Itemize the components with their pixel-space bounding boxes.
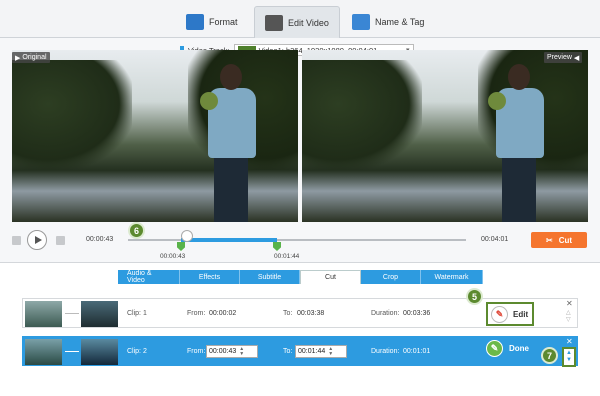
clip-1-label: Clip: 1: [127, 310, 147, 317]
edit-clip-button[interactable]: ✎ Edit: [486, 302, 534, 326]
tab-edit-video-label: Edit Video: [288, 17, 329, 28]
clip-2-duration-label: Duration:: [371, 348, 400, 355]
preview-label: Preview ◀: [544, 52, 583, 63]
tab-audio-video[interactable]: Audio & Video: [118, 270, 180, 284]
play-triangle-icon: ◀: [573, 54, 580, 62]
original-label-text: Original: [22, 54, 47, 61]
tab-subtitle[interactable]: Subtitle: [240, 270, 300, 284]
tab-name-tag-label: Name & Tag: [375, 17, 425, 27]
clip-1-duration-label: Duration:: [371, 310, 400, 317]
done-label: Done: [509, 344, 529, 353]
clip-thumb-end: [81, 301, 118, 327]
tab-watermark[interactable]: Watermark: [421, 270, 483, 284]
clip-1-to-label: To:: [283, 310, 293, 317]
edit-tabs: Audio & Video Effects Subtitle Cut Crop …: [118, 270, 483, 284]
reorder-arrows-1[interactable]: △ ▽: [566, 310, 571, 324]
clip-thumb-start: [25, 339, 62, 365]
clip-2-duration: 00:01:01: [403, 348, 431, 355]
clip-2-label: Clip: 2: [127, 348, 147, 355]
tab-edit-video[interactable]: Edit Video: [254, 6, 340, 38]
tab-cut[interactable]: Cut: [300, 270, 361, 284]
clip-thumb-end: [81, 339, 118, 365]
clip-2-from-field[interactable]: 00:00:43 ▲ ▼: [206, 345, 258, 358]
original-video: [12, 50, 298, 222]
clip-1-from-label: From:: [187, 310, 206, 317]
clip-2-to-field[interactable]: 00:01:44 ▲ ▼: [295, 345, 347, 358]
arrow-down-icon[interactable]: ▽: [566, 317, 571, 324]
arrow-up-icon[interactable]: △: [566, 310, 571, 317]
current-time: 00:00:43: [86, 236, 114, 243]
pencil-icon: ✎: [486, 340, 503, 357]
clip-thumb-start: [25, 301, 62, 327]
total-time: 00:04:01: [481, 236, 509, 243]
clip-1-to: 00:03:38: [297, 310, 325, 317]
spinner-icon[interactable]: ▲ ▼: [328, 346, 333, 357]
next-frame-button[interactable]: [56, 236, 65, 245]
pencil-icon: ✎: [491, 305, 508, 323]
clip-1-duration: 00:03:36: [403, 310, 431, 317]
preview-video: [302, 50, 588, 222]
format-icon: [186, 14, 204, 30]
arrow-down-icon[interactable]: ▼: [566, 357, 572, 364]
tab-name-tag[interactable]: Name & Tag: [352, 6, 424, 38]
tab-format-label: Format: [209, 17, 238, 27]
edit-video-icon: [265, 14, 283, 31]
timeline-playhead[interactable]: [181, 230, 193, 242]
cut-button[interactable]: ✂ Cut: [531, 232, 587, 248]
callout-7: 7: [541, 347, 558, 364]
timeline-track[interactable]: [128, 239, 466, 241]
timeline-selection: [181, 238, 277, 242]
stop-button[interactable]: [12, 236, 21, 245]
clip-2-from-label: From:: [187, 348, 206, 355]
clip-2-from: 00:00:43: [209, 348, 237, 355]
clip-2-to-label: To:: [283, 348, 293, 355]
play-triangle-icon: ▶: [15, 54, 21, 62]
reorder-arrows-2[interactable]: ▲ ▼: [562, 347, 576, 367]
callout-6: 6: [128, 222, 145, 239]
tab-format[interactable]: Format: [186, 6, 238, 38]
name-tag-icon: [352, 14, 370, 30]
arrow-up-icon[interactable]: ▲: [566, 350, 572, 357]
tab-crop[interactable]: Crop: [361, 270, 421, 284]
close-icon[interactable]: ✕: [566, 299, 573, 308]
scissors-icon: ✂: [545, 235, 553, 245]
play-button[interactable]: [27, 230, 47, 250]
spinner-icon[interactable]: ▲ ▼: [239, 346, 244, 357]
original-label: ▶ Original: [12, 52, 50, 63]
preview-label-text: Preview: [547, 54, 572, 61]
edit-label: Edit: [513, 309, 529, 319]
clip-1-from: 00:00:02: [209, 310, 237, 317]
callout-5: 5: [466, 288, 483, 305]
top-tab-bar: Format Edit Video Name & Tag: [0, 0, 600, 38]
marker-end-time: 00:01:44: [274, 253, 300, 260]
marker-start-time: 00:00:43: [160, 253, 186, 260]
close-icon[interactable]: ✕: [566, 337, 573, 346]
clip-2-to: 00:01:44: [298, 348, 326, 355]
cut-button-label: Cut: [558, 235, 573, 245]
done-clip-button[interactable]: ✎ Done: [486, 340, 529, 357]
tab-effects[interactable]: Effects: [180, 270, 240, 284]
